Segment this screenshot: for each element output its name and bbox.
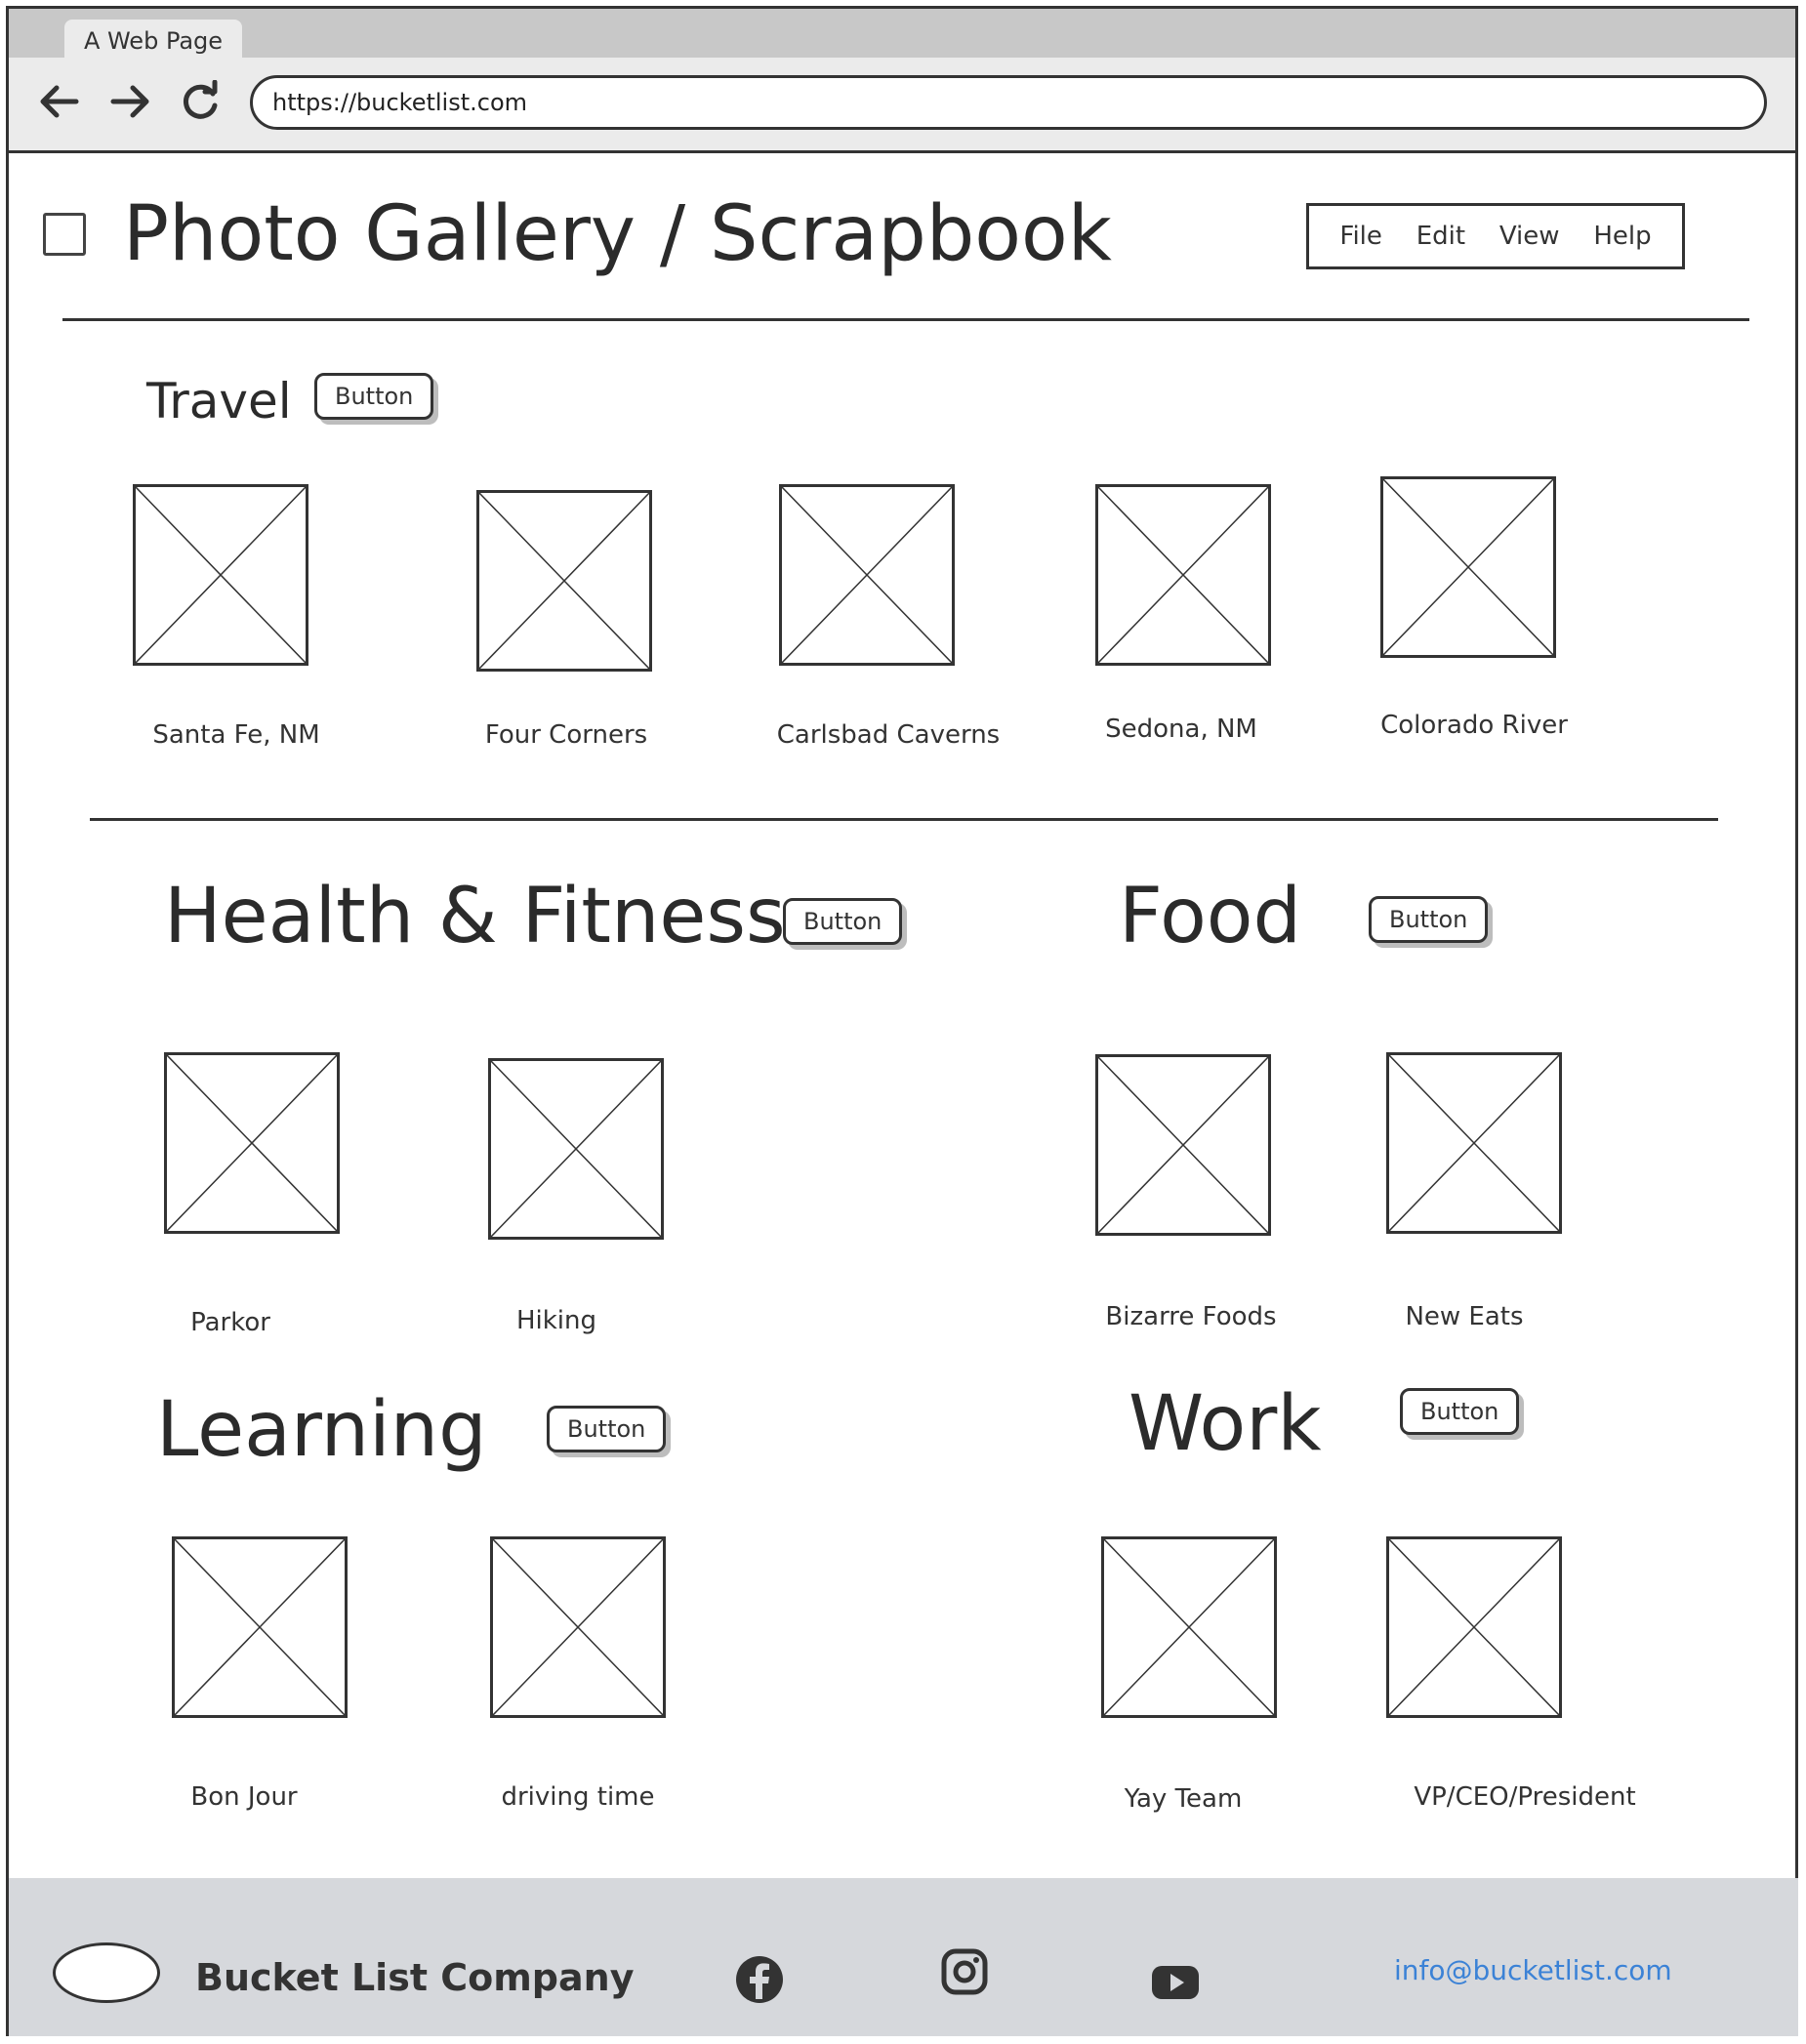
section-title-travel: Travel (146, 373, 292, 429)
image-placeholder[interactable] (490, 1536, 666, 1718)
company-logo (53, 1942, 160, 2003)
image-placeholder[interactable] (1095, 484, 1271, 666)
image-placeholder[interactable] (1101, 1536, 1277, 1718)
section-title-learning: Learning (156, 1386, 487, 1474)
company-name: Bucket List Company (195, 1956, 635, 1999)
browser-window (6, 6, 1798, 2036)
image-caption: VP/CEO/President (1414, 1782, 1636, 1812)
image-placeholder[interactable] (476, 490, 652, 672)
image-caption: driving time (501, 1782, 655, 1812)
section-title-health-fitness: Health & Fitness (164, 873, 786, 961)
image-caption: Carlsbad Caverns (776, 720, 1001, 750)
image-caption: Bon Jour (190, 1782, 298, 1812)
image-placeholder[interactable] (172, 1536, 348, 1718)
image-placeholder[interactable] (133, 484, 308, 666)
arrow-right-icon[interactable] (107, 80, 154, 130)
health-fitness-button[interactable]: Button (783, 898, 903, 945)
food-button[interactable]: Button (1369, 896, 1489, 943)
travel-button[interactable]: Button (314, 373, 434, 420)
image-caption: New Eats (1405, 1302, 1524, 1331)
page-checkbox[interactable] (43, 213, 86, 256)
section-title-food: Food (1119, 873, 1302, 961)
facebook-icon[interactable] (734, 1954, 785, 2005)
image-placeholder[interactable] (1386, 1052, 1562, 1234)
image-caption: Yay Team (1124, 1784, 1243, 1814)
section-title-work: Work (1129, 1380, 1322, 1468)
page-title: Photo Gallery / Scrapbook (123, 190, 1112, 278)
image-placeholder[interactable] (1095, 1054, 1271, 1236)
instagram-icon[interactable] (939, 1946, 990, 1997)
image-placeholder[interactable] (779, 484, 955, 666)
menu-edit[interactable]: Edit (1416, 222, 1465, 251)
image-caption: Four Corners (484, 720, 648, 750)
work-button[interactable]: Button (1400, 1388, 1520, 1435)
reload-icon[interactable] (180, 79, 223, 130)
image-placeholder[interactable] (488, 1058, 664, 1240)
browser-tab[interactable]: A Web Page (64, 20, 242, 61)
header-divider (62, 318, 1749, 321)
section-divider (90, 818, 1718, 821)
image-caption: Santa Fe, NM (152, 720, 320, 750)
image-placeholder[interactable] (1380, 476, 1556, 658)
menu-view[interactable]: View (1499, 222, 1560, 251)
image-placeholder[interactable] (164, 1052, 340, 1234)
image-caption: Bizarre Foods (1105, 1302, 1277, 1331)
image-caption: Colorado River (1380, 711, 1568, 740)
menu-file[interactable]: File (1339, 222, 1382, 251)
image-caption: Parkor (190, 1308, 270, 1337)
image-caption: Hiking (515, 1306, 597, 1335)
menu-bar: File Edit View Help (1306, 203, 1685, 269)
address-bar[interactable]: https://bucketlist.com (250, 75, 1767, 130)
arrow-left-icon[interactable] (35, 80, 82, 130)
image-caption: Sedona, NM (1105, 715, 1257, 744)
tab-strip (9, 9, 1795, 58)
email-link[interactable]: info@bucketlist.com (1394, 1954, 1672, 1986)
menu-help[interactable]: Help (1593, 222, 1651, 251)
youtube-icon[interactable] (1150, 1956, 1201, 2007)
image-placeholder[interactable] (1386, 1536, 1562, 1718)
learning-button[interactable]: Button (547, 1406, 667, 1452)
